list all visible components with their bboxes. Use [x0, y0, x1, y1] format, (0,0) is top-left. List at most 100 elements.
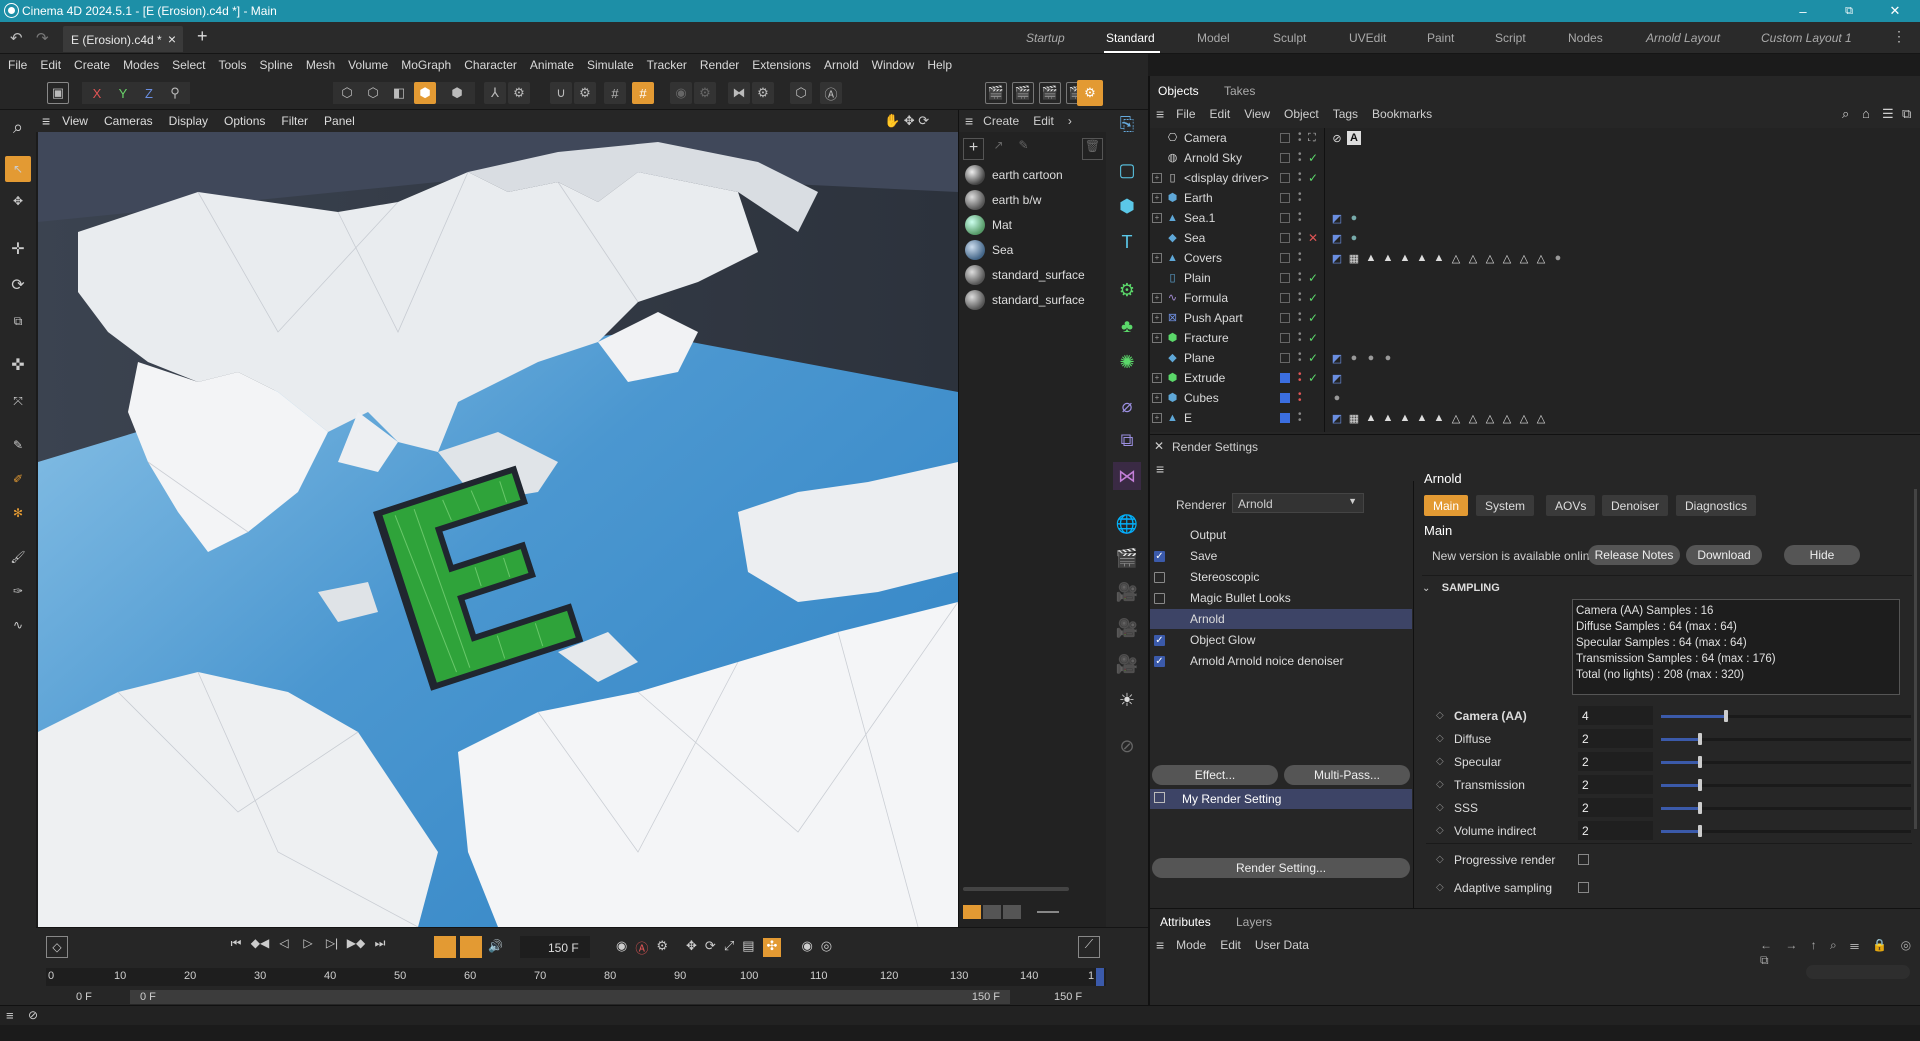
- undo-icon[interactable]: ↶: [10, 29, 23, 47]
- object-row[interactable]: + ⬢ Fracture • • ✓: [1150, 328, 1920, 348]
- param-slider[interactable]: [1661, 825, 1911, 837]
- tag-icon[interactable]: ●: [1364, 351, 1378, 365]
- attributes-menu-edit[interactable]: Edit: [1220, 938, 1241, 952]
- spline-sketch-icon[interactable]: ✐: [5, 466, 31, 492]
- symmetry-icon[interactable]: ⧓: [728, 82, 750, 104]
- menu-window[interactable]: Window: [872, 58, 915, 72]
- anim-diamond-icon[interactable]: ◇: [1436, 882, 1444, 893]
- enable-status-icon[interactable]: ✓: [1308, 151, 1318, 165]
- spline-pen-icon[interactable]: ✎: [5, 432, 31, 458]
- object-row[interactable]: ◆ Sea • • ✕ ◩ ●: [1150, 228, 1920, 248]
- render-settings-hamburger-icon[interactable]: ≡: [1156, 461, 1164, 477]
- menu-mograph[interactable]: MoGraph: [401, 58, 451, 72]
- layout-more-icon[interactable]: ⋮: [1892, 28, 1906, 45]
- objects-newwindow-icon[interactable]: ⧉: [1902, 106, 1911, 122]
- param-value-field[interactable]: 2: [1578, 775, 1653, 794]
- tab-denoiser[interactable]: Denoiser: [1602, 495, 1669, 516]
- multipass-button[interactable]: Multi-Pass...: [1284, 765, 1410, 785]
- tab-objects[interactable]: Objects: [1158, 84, 1199, 98]
- camera-icon[interactable]: 🎥: [1113, 578, 1141, 606]
- tag-icon[interactable]: △: [1466, 251, 1480, 265]
- rs-item-output[interactable]: Output: [1150, 525, 1412, 545]
- coordinate-system-icon[interactable]: ⚲: [164, 82, 186, 104]
- layer-color-box[interactable]: [1280, 333, 1290, 343]
- material-item[interactable]: Sea: [965, 239, 1013, 261]
- material-menu-more-icon[interactable]: ›: [1068, 114, 1072, 128]
- range-min-field[interactable]: 0 F: [76, 991, 92, 1003]
- param-value-field[interactable]: 2: [1578, 798, 1653, 817]
- object-row[interactable]: ◍ Arnold Sky • • ✓: [1150, 148, 1920, 168]
- layout-tab-nodes[interactable]: Nodes: [1568, 31, 1603, 45]
- material-item[interactable]: standard_surface: [965, 264, 1085, 286]
- tag-icon[interactable]: △: [1500, 411, 1514, 425]
- visibility-dots-icon[interactable]: • •: [1298, 289, 1304, 305]
- arnold-icon[interactable]: Ⓐ: [820, 82, 842, 104]
- object-row[interactable]: ◆ Plane • • ✓ ◩ ● ● ●: [1150, 348, 1920, 368]
- 3d-viewport[interactable]: [38, 132, 958, 927]
- range-slider[interactable]: 0 F 150 F: [130, 990, 1010, 1004]
- maximize-button[interactable]: ⧉: [1826, 0, 1872, 22]
- rs-item-noice[interactable]: ✓ Arnold Arnold noice denoiser: [1150, 651, 1412, 671]
- tag-icon[interactable]: △: [1534, 251, 1548, 265]
- object-name[interactable]: Fracture: [1184, 331, 1229, 345]
- param-key-icon[interactable]: ▤: [742, 938, 754, 957]
- viewport-menu-panel[interactable]: Panel: [324, 114, 355, 128]
- visibility-dots-icon[interactable]: • •: [1298, 209, 1304, 225]
- snap-icon[interactable]: ∪: [550, 82, 572, 104]
- download-button[interactable]: Download: [1686, 545, 1762, 565]
- tag-icon[interactable]: ▲: [1398, 251, 1412, 265]
- expand-icon[interactable]: +: [1152, 253, 1162, 263]
- material-menu-create[interactable]: Create: [983, 114, 1019, 128]
- text-icon[interactable]: T: [1113, 228, 1141, 256]
- object-name[interactable]: Plane: [1184, 351, 1215, 365]
- menu-simulate[interactable]: Simulate: [587, 58, 634, 72]
- anim-diamond-icon[interactable]: ◇: [1436, 710, 1444, 721]
- range-max-field[interactable]: 150 F: [1054, 991, 1082, 1003]
- keyframe-selection-icon[interactable]: ⚙: [656, 938, 668, 957]
- large-view-icon[interactable]: [1003, 905, 1021, 919]
- param-slider-knob[interactable]: [1697, 756, 1702, 768]
- anim-diamond-icon[interactable]: ◇: [1436, 756, 1444, 767]
- material-item[interactable]: earth b/w: [965, 189, 1041, 211]
- tag-icon[interactable]: ▲: [1432, 411, 1446, 425]
- visibility-dots-icon[interactable]: • •: [1298, 149, 1304, 165]
- model-mode-icon[interactable]: ▣: [47, 82, 69, 104]
- anim-diamond-icon[interactable]: ◇: [1436, 802, 1444, 813]
- layout-tab-startup[interactable]: Startup: [1026, 31, 1065, 45]
- viewport-menu-display[interactable]: Display: [169, 114, 208, 128]
- attributes-scroll-field[interactable]: [1806, 965, 1910, 979]
- layer-color-box[interactable]: [1280, 353, 1290, 363]
- live-selection-icon[interactable]: ✥: [5, 188, 31, 214]
- object-row[interactable]: + ▲ Sea.1 • • ◩ ●: [1150, 208, 1920, 228]
- object-row[interactable]: + ▯ <display driver> • • ✓: [1150, 168, 1920, 188]
- axis-settings-icon[interactable]: ⚙: [508, 82, 530, 104]
- playhead[interactable]: [1096, 968, 1104, 986]
- object-name[interactable]: Earth: [1184, 191, 1213, 205]
- add-material-icon[interactable]: +: [963, 138, 985, 160]
- next-frame-icon[interactable]: ▷|: [322, 936, 342, 951]
- rs-item-save[interactable]: ✓ Save: [1150, 546, 1412, 566]
- param-slider[interactable]: [1661, 733, 1911, 745]
- motion-clip-icon[interactable]: ◎: [821, 938, 832, 957]
- soft-selection-settings-icon[interactable]: ⚙: [694, 82, 716, 104]
- material-pick-icon[interactable]: ✎: [1013, 138, 1034, 160]
- close-render-settings-icon[interactable]: ✕: [1154, 439, 1164, 453]
- viewport-menu-view[interactable]: View: [62, 114, 88, 128]
- render-view-icon[interactable]: 🎬: [985, 82, 1007, 104]
- menu-extensions[interactable]: Extensions: [752, 58, 811, 72]
- search-icon[interactable]: ⌕: [5, 114, 31, 140]
- tag-icon[interactable]: ●: [1330, 391, 1344, 405]
- layer-color-box[interactable]: [1280, 413, 1290, 423]
- object-name[interactable]: Extrude: [1184, 371, 1225, 385]
- adaptive-sampling-checkbox[interactable]: [1578, 882, 1589, 893]
- enable-status-icon[interactable]: ✓: [1308, 351, 1318, 365]
- material-scrollbar[interactable]: [963, 887, 1069, 891]
- object-name[interactable]: <display driver>: [1184, 171, 1269, 185]
- prev-frame-icon[interactable]: ◁: [274, 936, 294, 951]
- param-slider[interactable]: [1661, 710, 1911, 722]
- layout-tab-paint[interactable]: Paint: [1427, 31, 1454, 45]
- visibility-dots-icon[interactable]: • •: [1298, 329, 1304, 345]
- object-name[interactable]: Push Apart: [1184, 311, 1243, 325]
- light-icon[interactable]: ☀: [1113, 686, 1141, 714]
- tag-icon[interactable]: ◩: [1330, 351, 1344, 365]
